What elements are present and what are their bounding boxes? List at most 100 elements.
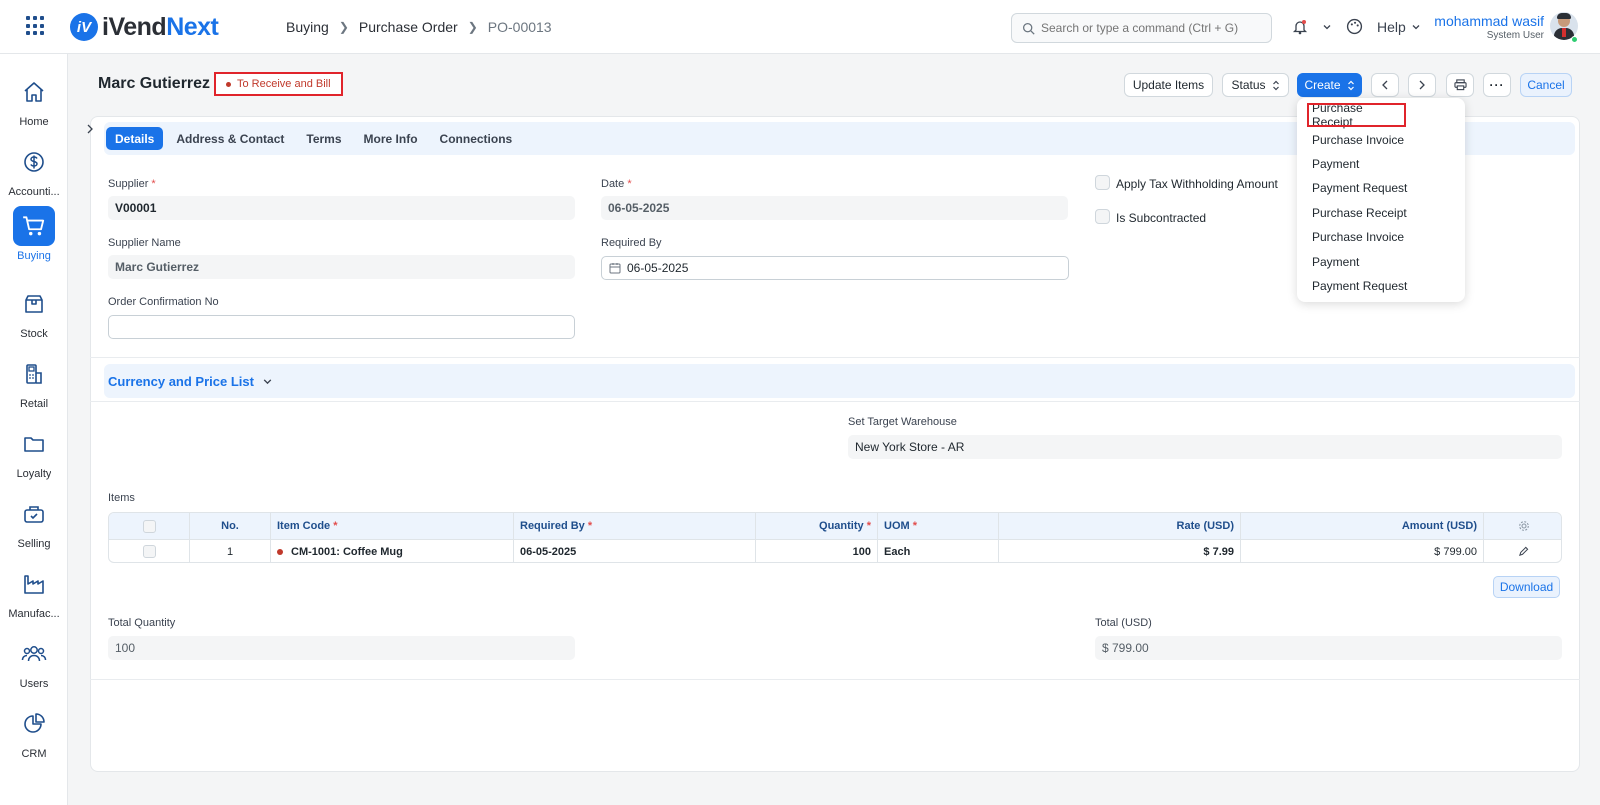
breadcrumb-buying[interactable]: Buying <box>286 19 329 35</box>
total-usd-field: $ 799.00 <box>1095 636 1562 660</box>
sidebar-item-label: Retail <box>19 398 49 410</box>
help-menu[interactable]: Help <box>1377 19 1421 35</box>
status-button[interactable]: Status <box>1222 73 1289 97</box>
status-label: Status <box>1231 78 1266 92</box>
items-label: Items <box>108 492 135 504</box>
table-row[interactable]: 1 CM-1001: Coffee Mug 06-05-2025 100 Eac… <box>109 539 1561 562</box>
print-button[interactable] <box>1446 73 1474 97</box>
row-uom[interactable]: Each <box>878 540 999 562</box>
sidebar-item-label: Selling <box>17 538 51 550</box>
menu-item-purchase-receipt[interactable]: Purchase Receipt <box>1302 201 1460 225</box>
date-field[interactable]: 06-05-2025 <box>601 196 1068 220</box>
online-status-dot <box>1571 36 1578 43</box>
user-role: System User <box>1486 30 1544 41</box>
sidebar-item-label: Stock <box>20 328 48 340</box>
palette-icon[interactable] <box>1346 18 1363 35</box>
subcontracted-checkbox[interactable] <box>1095 209 1110 224</box>
sidebar-item-label: Home <box>19 116 49 128</box>
row-rate[interactable]: $ 7.99 <box>999 540 1241 562</box>
page-title: Marc Gutierrez <box>98 75 211 92</box>
app-logo[interactable]: iV iVendNext <box>70 12 219 42</box>
row-item-code[interactable]: CM-1001: Coffee Mug <box>271 540 514 562</box>
tab-address-contact[interactable]: Address & Contact <box>167 127 293 150</box>
row-quantity[interactable]: 100 <box>756 540 878 562</box>
menu-item-payment[interactable]: Payment <box>1302 249 1460 273</box>
column-header-item-code: Item Code * <box>271 513 514 539</box>
more-options-button[interactable]: ··· <box>1483 73 1511 97</box>
factory-icon <box>13 564 55 604</box>
sidebar-item-stock[interactable]: Stock <box>0 284 68 352</box>
logo-mark-icon: iV <box>70 13 98 41</box>
menu-item-payment[interactable]: Payment <box>1302 152 1460 176</box>
sidebar-item-loyalty[interactable]: Loyalty <box>0 424 68 492</box>
tab-terms[interactable]: Terms <box>297 127 350 150</box>
total-quantity-field: 100 <box>108 636 575 660</box>
sidebar-item-crm[interactable]: CRM <box>0 704 68 772</box>
breadcrumb-purchase-order[interactable]: Purchase Order <box>359 19 458 35</box>
sidebar-item-users[interactable]: Users <box>0 634 68 702</box>
section-divider <box>90 401 1580 402</box>
create-dropdown-menu: Purchase Receipt Purchase Invoice Paymen… <box>1297 98 1465 302</box>
chevron-down-icon <box>263 378 272 384</box>
previous-record-button[interactable] <box>1371 73 1399 97</box>
chevron-right-icon <box>87 124 93 134</box>
select-all-checkbox[interactable] <box>142 519 156 533</box>
menu-item-purchase-invoice[interactable]: Purchase Invoice <box>1302 225 1460 249</box>
gear-icon[interactable] <box>1518 520 1530 532</box>
download-button[interactable]: Download <box>1493 576 1560 598</box>
section-divider <box>90 357 1580 358</box>
currency-section-header[interactable]: Currency and Price List <box>104 364 1575 398</box>
tab-details[interactable]: Details <box>106 127 164 150</box>
menu-item-purchase-receipt[interactable]: Purchase Receipt <box>1307 101 1406 129</box>
supplier-field[interactable]: V00001 <box>108 196 575 220</box>
dollar-icon <box>13 142 55 182</box>
users-icon <box>13 634 55 674</box>
pencil-icon[interactable] <box>1518 546 1529 557</box>
items-table: No. Item Code * Required By * Quantity *… <box>108 512 1562 563</box>
cancel-label: Cancel <box>1527 78 1565 92</box>
home-icon <box>13 72 55 112</box>
printer-icon <box>1453 79 1467 91</box>
supplier-name-field: Marc Gutierrez <box>108 255 575 279</box>
sidebar-item-accounting[interactable]: Accounti... <box>0 142 68 210</box>
row-checkbox[interactable] <box>142 545 156 558</box>
next-record-button[interactable] <box>1408 73 1436 97</box>
sidebar-expand-toggle[interactable] <box>80 118 100 140</box>
order-confirmation-field[interactable] <box>108 315 575 339</box>
menu-item-payment-request[interactable]: Payment Request <box>1302 274 1460 298</box>
tax-withholding-checkbox[interactable] <box>1095 175 1110 190</box>
menu-item-payment-request[interactable]: Payment Request <box>1302 176 1460 200</box>
user-menu[interactable]: mohammad wasif System User <box>1434 13 1544 41</box>
tab-more-info[interactable]: More Info <box>355 127 427 150</box>
menu-item-purchase-invoice[interactable]: Purchase Invoice <box>1302 127 1460 151</box>
brand-suffix: Next <box>166 12 219 41</box>
sidebar-item-home[interactable]: Home <box>0 72 68 140</box>
update-items-button[interactable]: Update Items <box>1124 73 1213 97</box>
select-all-cell <box>109 513 190 539</box>
warehouse-field[interactable]: New York Store - AR <box>848 435 1562 459</box>
sidebar-item-buying[interactable]: Buying <box>0 206 68 274</box>
pie-chart-icon <box>13 704 55 744</box>
item-status-dot-icon <box>277 548 283 555</box>
table-header-row: No. Item Code * Required By * Quantity *… <box>109 513 1561 539</box>
total-quantity-label: Total Quantity <box>108 617 176 629</box>
sidebar-item-label: Loyalty <box>16 468 52 480</box>
cancel-button[interactable]: Cancel <box>1520 73 1572 97</box>
sidebar-item-manufacturing[interactable]: Manufac... <box>0 564 68 632</box>
sidebar-item-selling[interactable]: Selling <box>0 494 68 562</box>
chevron-right-icon <box>1419 80 1425 90</box>
search-input[interactable] <box>1041 21 1261 35</box>
create-button[interactable]: Create <box>1297 73 1362 97</box>
row-required-by[interactable]: 06-05-2025 <box>514 540 756 562</box>
sort-arrows-icon <box>1272 80 1279 90</box>
required-by-field[interactable]: 06-05-2025 <box>601 256 1069 280</box>
bell-icon[interactable] <box>1292 19 1308 35</box>
user-name: mohammad wasif <box>1434 13 1544 29</box>
chevron-down-icon[interactable] <box>1322 22 1332 32</box>
row-no: 1 <box>190 540 271 562</box>
apps-grid-icon[interactable] <box>26 16 46 36</box>
tab-connections[interactable]: Connections <box>431 127 522 150</box>
search-icon <box>1022 22 1035 35</box>
row-edit-cell <box>1484 540 1561 562</box>
sidebar-item-retail[interactable]: Retail <box>0 354 68 422</box>
